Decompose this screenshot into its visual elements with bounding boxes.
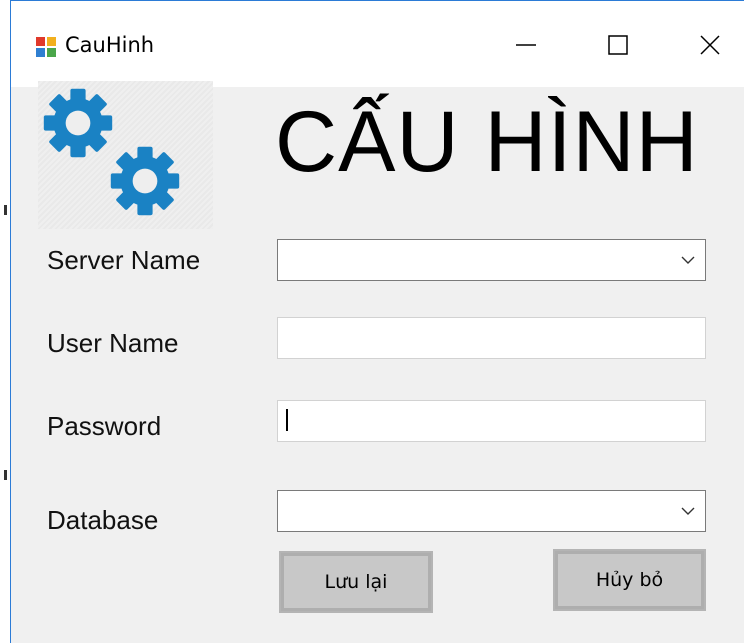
- app-icon: [36, 37, 56, 57]
- save-button[interactable]: Lưu lại: [279, 551, 433, 613]
- user-name-input[interactable]: [277, 317, 706, 359]
- logo: [38, 81, 213, 229]
- minimize-button[interactable]: [503, 25, 549, 65]
- password-input[interactable]: [277, 400, 706, 442]
- close-icon: [700, 35, 720, 55]
- background-edge-mark: [4, 470, 7, 480]
- cancel-button[interactable]: Hủy bỏ: [553, 549, 706, 611]
- background-edge-mark: [4, 205, 7, 215]
- minimize-icon: [516, 44, 536, 46]
- gears-icon: [43, 88, 180, 216]
- config-window: CauHinh CẤU HÌNH Server Name User Name P…: [10, 0, 744, 643]
- database-label: Database: [47, 505, 159, 535]
- page-title: CẤU HÌNH: [275, 94, 699, 190]
- maximize-button[interactable]: [595, 25, 641, 65]
- close-button[interactable]: [687, 25, 733, 65]
- title-bar[interactable]: CauHinh: [11, 1, 744, 87]
- user-name-label: User Name: [47, 328, 179, 358]
- database-combobox[interactable]: [277, 490, 706, 532]
- server-name-combobox[interactable]: [277, 239, 706, 281]
- maximize-icon: [608, 35, 628, 55]
- server-name-label: Server Name: [47, 245, 201, 275]
- password-label: Password: [47, 411, 162, 441]
- window-title: CauHinh: [65, 33, 155, 57]
- chevron-down-icon[interactable]: [681, 505, 695, 517]
- text-caret: [286, 409, 288, 431]
- chevron-down-icon[interactable]: [681, 254, 695, 266]
